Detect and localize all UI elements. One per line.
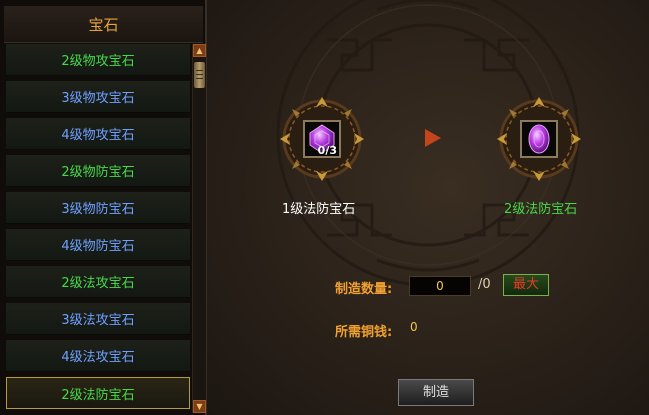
target-gem-box	[520, 120, 558, 158]
gem-list-item[interactable]: 2级物攻宝石	[6, 44, 190, 76]
gem-list-item[interactable]: 3级法攻宝石	[6, 303, 190, 335]
target-gem-name: 2级法防宝石	[504, 202, 578, 217]
ornament-background	[276, 0, 580, 287]
make-button[interactable]: 制造	[398, 379, 474, 406]
gem-list-title: 宝石	[4, 6, 203, 43]
gem-list-panel: 宝石 2级物攻宝石 3级物攻宝石 4级物攻宝石 2级物防宝石 3级物防宝石 4级…	[0, 0, 207, 415]
gem-list-item[interactable]: 2级法攻宝石	[6, 266, 190, 298]
target-gem-slot[interactable]	[493, 93, 585, 185]
gem-list-item-selected[interactable]: 2级法防宝石	[6, 377, 190, 409]
gem-list-item[interactable]: 3级物防宝石	[6, 192, 190, 224]
copper-value: 0	[410, 320, 418, 334]
copper-label: 所需铜钱:	[335, 325, 393, 340]
quantity-input[interactable]: 0	[409, 276, 471, 296]
quantity-label: 制造数量:	[335, 282, 393, 297]
gem-list-item[interactable]: 3级物攻宝石	[6, 81, 190, 113]
arrow-right-icon	[425, 129, 441, 147]
triangle-up-icon[interactable]: ▲	[193, 44, 206, 57]
gem-list-item[interactable]: 4级法攻宝石	[6, 340, 190, 372]
max-button[interactable]: 最大	[503, 274, 549, 296]
gem-list-item[interactable]: 4级物攻宝石	[6, 118, 190, 150]
gem-list: 2级物攻宝石 3级物攻宝石 4级物攻宝石 2级物防宝石 3级物防宝石 4级物防宝…	[4, 44, 191, 415]
gem-list-scrollbar[interactable]: ▲ ▼	[192, 44, 206, 413]
quantity-max-suffix: /0	[478, 277, 491, 292]
source-gem-slot[interactable]: 0/3	[276, 93, 368, 185]
synthesis-panel: 0/3 1级法防宝石 2级法防宝石 制造数量: 0 /0 最大 所需铜钱: 0 …	[207, 0, 649, 415]
source-gem-name: 1级法防宝石	[282, 202, 356, 217]
triangle-down-icon[interactable]: ▼	[193, 400, 206, 413]
source-gem-count: 0/3	[317, 144, 337, 157]
purple-oval-gem-icon	[528, 124, 550, 154]
gem-list-item[interactable]: 4级物防宝石	[6, 229, 190, 261]
gem-list-item[interactable]: 2级物防宝石	[6, 155, 190, 187]
scrollbar-thumb[interactable]	[194, 62, 205, 88]
source-gem-box: 0/3	[303, 120, 341, 158]
